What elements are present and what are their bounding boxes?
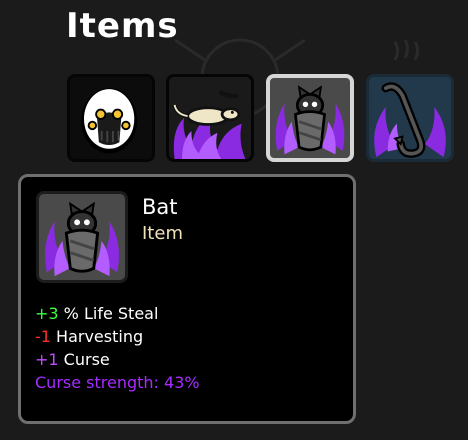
stat-value: +1: [35, 350, 59, 369]
item-tooltip: Bat Item +3 % Life Steal -1 Harvesting +…: [18, 174, 356, 424]
page-title: Items: [66, 6, 179, 46]
spooky-egg-icon: [81, 88, 138, 154]
item-stats: +3 % Life Steal -1 Harvesting +1 Curse C…: [35, 302, 200, 394]
stat-value: -1: [35, 327, 51, 346]
stat-label: Harvesting: [50, 327, 144, 346]
item-slot-egg[interactable]: [67, 74, 155, 162]
item-type: Item: [142, 223, 183, 244]
item-slot-lizard[interactable]: [166, 74, 254, 162]
stat-curse: +1 Curse: [35, 348, 200, 371]
item-slot-bat[interactable]: [266, 74, 354, 162]
stat-life-steal: +3 % Life Steal: [35, 302, 200, 325]
curse-strength-value: 43%: [164, 373, 200, 392]
stat-label: % Life Steal: [58, 304, 159, 323]
stat-label: Curse: [58, 350, 110, 369]
bat-icon: [275, 85, 345, 155]
curse-strength-label: Curse strength:: [35, 373, 159, 392]
curse-strength: Curse strength: 43%: [35, 371, 200, 394]
item-name: Bat: [142, 195, 178, 219]
bat-icon: [45, 201, 119, 277]
item-slot-hook[interactable]: [366, 74, 454, 162]
tooltip-item-icon: [36, 191, 128, 283]
hook-icon: [374, 82, 446, 158]
stat-value: +3: [35, 304, 59, 323]
stat-harvesting: -1 Harvesting: [35, 325, 200, 348]
lizard-icon: [169, 77, 251, 159]
